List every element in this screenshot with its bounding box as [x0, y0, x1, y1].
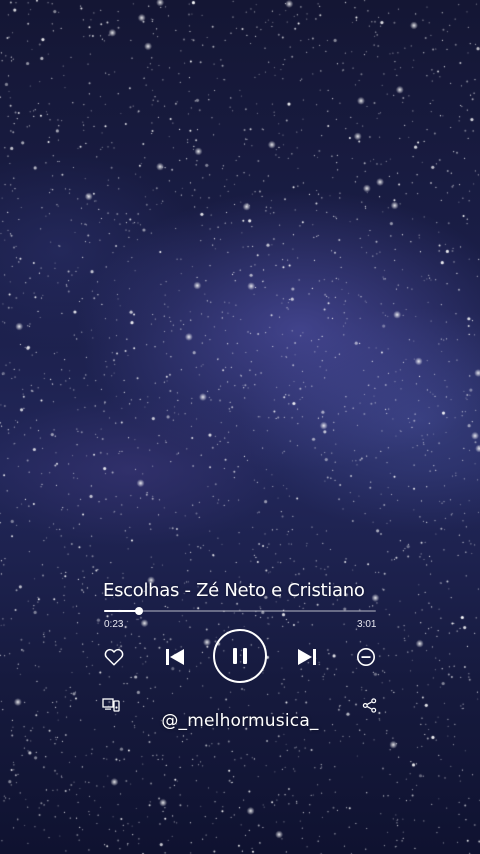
skip-next-icon	[298, 649, 316, 665]
previous-button[interactable]	[163, 645, 187, 669]
pause-icon	[213, 629, 267, 683]
elapsed-time: 0:23	[104, 619, 124, 630]
pause-button[interactable]	[212, 628, 268, 684]
like-button[interactable]	[103, 646, 125, 668]
music-player-overlay: Escolhas - Zé Neto e Cristiano 0:23 3:01	[0, 0, 480, 854]
progress-bar[interactable]	[104, 607, 376, 615]
heart-icon	[104, 648, 124, 666]
minus-circle-icon	[357, 648, 375, 666]
total-time: 3:01	[357, 619, 377, 630]
progress-fill	[104, 610, 139, 612]
account-handle: @_melhormusica_	[161, 711, 319, 731]
track-title: Escolhas - Zé Neto e Cristiano	[103, 580, 365, 601]
progress-knob[interactable]	[134, 607, 143, 615]
next-button[interactable]	[295, 645, 319, 669]
skip-previous-icon	[166, 649, 184, 665]
remove-button[interactable]	[355, 646, 377, 668]
devices-icon	[102, 698, 120, 712]
